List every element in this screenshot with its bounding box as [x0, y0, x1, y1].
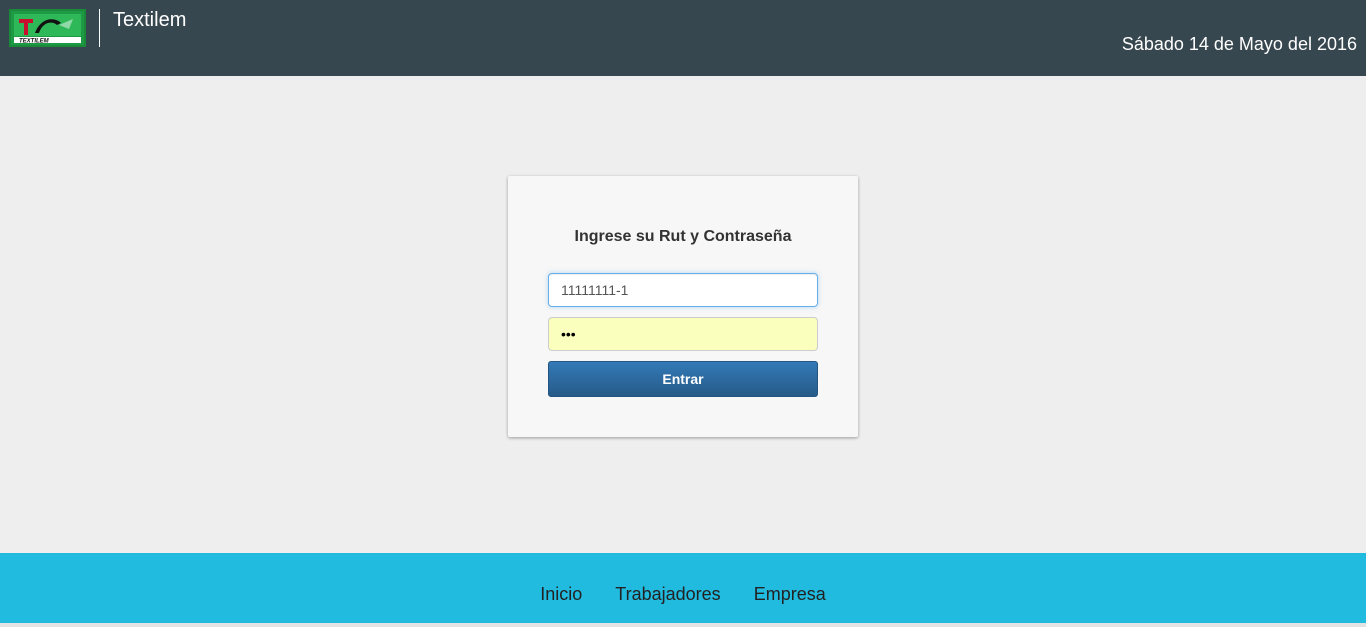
textilem-logo[interactable]: TEXTILEM: [9, 9, 86, 47]
footer-nav: Inicio Trabajadores Empresa: [0, 584, 1366, 605]
nav-trabajadores[interactable]: Trabajadores: [615, 584, 720, 605]
logo-text: TEXTILEM: [19, 39, 50, 45]
nav-inicio[interactable]: Inicio: [540, 584, 582, 605]
footer-bar: Inicio Trabajadores Empresa: [0, 553, 1366, 623]
password-input[interactable]: [548, 317, 818, 351]
login-title: Ingrese su Rut y Contraseña: [574, 228, 792, 245]
current-date: Sábado 14 de Mayo del 2016: [1121, 34, 1357, 54]
entrar-button[interactable]: Entrar: [548, 361, 818, 397]
header-divider: [99, 9, 100, 47]
rut-input[interactable]: [548, 273, 818, 307]
bottom-scroll-strip: [0, 623, 1366, 627]
login-card: Ingrese su Rut y Contraseña Entrar: [508, 176, 858, 437]
nav-empresa[interactable]: Empresa: [754, 584, 826, 605]
app-title: Textilem: [113, 9, 187, 31]
header-bar: TEXTILEM Textilem Sábado 14 de Mayo del …: [0, 0, 1366, 76]
